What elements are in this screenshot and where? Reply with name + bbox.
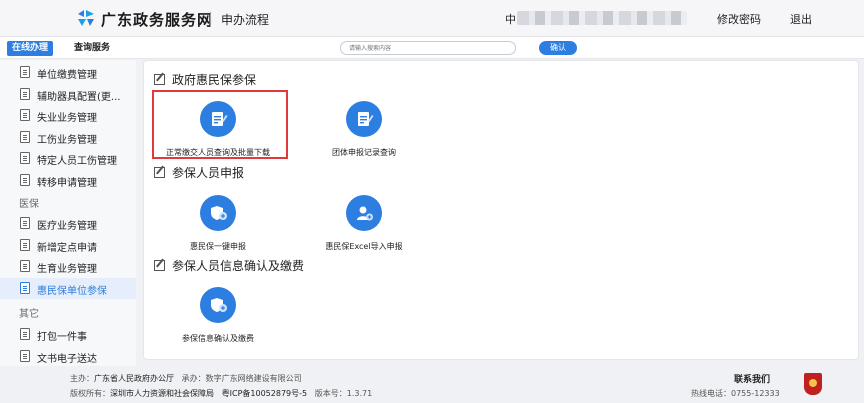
- contact-us-link[interactable]: 联系我们: [734, 372, 770, 385]
- shield-plus-icon: [200, 195, 236, 231]
- tab-query-service[interactable]: 查询服务: [74, 42, 110, 55]
- footer-host-line: 主办：广东省人民政府办公厅 承办：数字广东网络建设有限公司: [70, 374, 302, 383]
- sidebar-item-label: 转移申请管理: [37, 178, 97, 189]
- card-one-click-apply[interactable]: 惠民保一键申报: [148, 195, 288, 255]
- user-name-prefix: 中: [505, 13, 516, 26]
- sidebar-item-unit-payment[interactable]: 单位缴费管理: [0, 62, 136, 83]
- section-heading: 政府惠民保参保: [154, 71, 256, 88]
- sidebar: 单位缴费管理 辅助器具配置(更... 失业业务管理 工伤业务管理 特定人员工伤管…: [0, 60, 136, 366]
- site-logo-icon: [78, 10, 94, 26]
- sidebar-item-label: 特定人员工伤管理: [37, 156, 117, 167]
- sidebar-item-special-injury[interactable]: 特定人员工伤管理: [0, 148, 136, 169]
- search-input[interactable]: [340, 41, 516, 55]
- search-confirm-button[interactable]: 确认: [539, 41, 577, 55]
- sidebar-item-unemployment[interactable]: 失业业务管理: [0, 105, 136, 126]
- document-icon: [20, 282, 30, 294]
- sidebar-item-label: 文书电子送达: [37, 354, 97, 365]
- section-heading: 参保人员信息确认及缴费: [154, 257, 304, 274]
- sidebar-item-label: 辅助器具配置(更...: [37, 92, 121, 103]
- hotline: 热线电话：0755-12333: [691, 389, 780, 398]
- document-icon: [20, 350, 30, 362]
- footer-copyright-line: 版权所有：深圳市人力资源和社会保障局 粤ICP备10052879号-5 版本号：…: [70, 389, 373, 398]
- sidebar-item-label: 单位缴费管理: [37, 70, 97, 81]
- card-excel-import-apply[interactable]: 惠民保Excel导入申报: [294, 195, 434, 255]
- highlight-frame: [152, 90, 288, 159]
- page-title: 申办流程: [221, 13, 270, 27]
- sidebar-item-label: 医疗业务管理: [37, 221, 97, 232]
- site-title: 广东政务服务网: [101, 11, 214, 29]
- sidebar-item-huiminbao[interactable]: 惠民保单位参保: [0, 278, 136, 299]
- document-icon: [20, 152, 30, 164]
- sidebar-item-assistive-devices[interactable]: 辅助器具配置(更...: [0, 84, 136, 105]
- government-badge-icon[interactable]: [804, 373, 822, 395]
- sidebar-group-other: 其它: [19, 309, 39, 320]
- sidebar-group-medical: 医保: [19, 199, 39, 210]
- sidebar-item-label: 惠民保单位参保: [37, 286, 107, 297]
- document-icon: [20, 131, 30, 143]
- sidebar-item-label: 新增定点申请: [37, 243, 97, 254]
- logout-link[interactable]: 退出: [790, 11, 812, 27]
- edit-icon: [154, 167, 165, 178]
- edit-icon: [154, 74, 165, 85]
- top-header: 广东政务服务网 申办流程 中 修改密码 退出: [0, 0, 864, 37]
- sidebar-item-work-injury[interactable]: 工伤业务管理: [0, 127, 136, 148]
- edit-icon: [154, 260, 165, 271]
- sidebar-item-label: 生育业务管理: [37, 264, 97, 275]
- document-icon: [20, 260, 30, 272]
- tab-online-service[interactable]: 在线办理: [7, 41, 54, 56]
- toolbar: 在线办理 查询服务 确认: [0, 37, 864, 59]
- sidebar-item-label: 工伤业务管理: [37, 135, 97, 146]
- sidebar-item-maternity[interactable]: 生育业务管理: [0, 256, 136, 277]
- document-icon: [20, 109, 30, 121]
- document-icon: [20, 328, 30, 340]
- sidebar-item-package[interactable]: 打包一件事: [0, 324, 136, 345]
- user-plus-icon: [346, 195, 382, 231]
- document-icon: [20, 88, 30, 100]
- sidebar-item-label: 打包一件事: [37, 332, 87, 343]
- title-divider: [210, 12, 211, 27]
- document-icon: [20, 239, 30, 251]
- card-group-record-query[interactable]: 团体申报记录查询: [294, 101, 434, 161]
- edit-document-icon: [346, 101, 382, 137]
- sidebar-item-new-point[interactable]: 新增定点申请: [0, 235, 136, 256]
- user-name-redacted: [517, 11, 687, 25]
- section-heading: 参保人员申报: [154, 164, 244, 181]
- document-icon: [20, 217, 30, 229]
- footer: 主办：广东省人民政府办公厅 承办：数字广东网络建设有限公司 版权所有：深圳市人力…: [0, 366, 864, 403]
- sidebar-item-label: 失业业务管理: [37, 113, 97, 124]
- shield-plus-icon: [200, 287, 236, 323]
- card-confirm-and-pay[interactable]: 参保信息确认及缴费: [148, 287, 288, 347]
- document-icon: [20, 66, 30, 78]
- sidebar-item-medical[interactable]: 医疗业务管理: [0, 213, 136, 234]
- change-password-link[interactable]: 修改密码: [717, 11, 761, 27]
- sidebar-item-transfer[interactable]: 转移申请管理: [0, 170, 136, 191]
- sidebar-item-e-delivery[interactable]: 文书电子送达: [0, 346, 136, 366]
- document-icon: [20, 174, 30, 186]
